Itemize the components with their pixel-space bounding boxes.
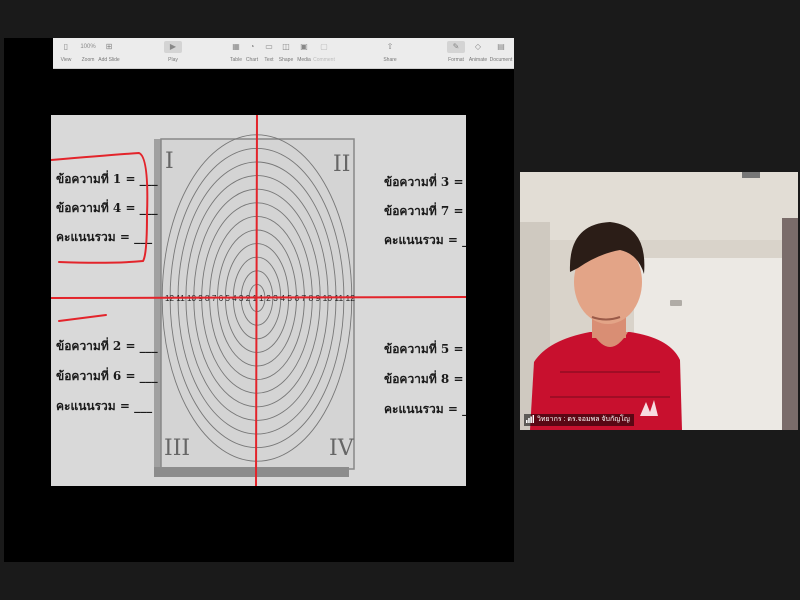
right-top-line-2: ข้อความที่ 7 = ___ <box>384 202 466 219</box>
document-button[interactable]: ▤ Document <box>488 41 514 63</box>
participant-video[interactable]: วิทยากร : ดร.จอมพล จับกัญโญ <box>520 172 798 430</box>
red-vertical-axis <box>255 115 258 486</box>
slide-canvas: I II III IV 12 11 10 9 8 7 6 5 4 3 2 1 1… <box>51 115 466 486</box>
curtain <box>782 218 798 430</box>
signal-strength-icon <box>526 415 534 424</box>
format-icon: ✎ <box>447 41 465 53</box>
quadrant-label-4: IV <box>329 436 355 461</box>
participant-name-tag: วิทยากร : ดร.จอมพล จับกัญโญ <box>524 414 634 426</box>
left-top-line-2: ข้อความที่ 4 = ___ <box>56 199 158 216</box>
play-icon: ▶ <box>164 41 182 53</box>
participant-video-feed <box>520 172 798 430</box>
play-button[interactable]: ▶ Play <box>160 41 186 63</box>
presentation-toolbar: ▯ View 100% Zoom ⊞ Add Slide ▶ Play ▦ Ta… <box>53 38 514 69</box>
quadrant-label-3: III <box>164 436 190 461</box>
right-top-line-1: ข้อความที่ 3 = ___ <box>384 173 466 190</box>
left-bottom-line-3: คะแนนรวม = ___ <box>56 399 152 414</box>
left-top-line-1: ข้อความที่ 1 = ___ <box>56 170 158 187</box>
frame-base <box>154 467 349 477</box>
red-horizontal-axis <box>51 296 466 299</box>
left-bottom-line-1: ข้อความที่ 2 = ___ <box>56 337 158 354</box>
right-bottom-line-1: ข้อความที่ 5 = ___ <box>384 340 466 357</box>
add-slide-icon: ⊞ <box>105 42 113 51</box>
red-underline-bottom-left <box>58 314 107 322</box>
worksheet-image: I II III IV 12 11 10 9 8 7 6 5 4 3 2 1 1… <box>51 115 466 486</box>
document-icon: ▤ <box>497 42 505 51</box>
share-button[interactable]: ⇧ Share <box>377 41 403 63</box>
add-slide-button[interactable]: ⊞ Add Slide <box>96 41 122 63</box>
quadrant-label-2: II <box>333 152 350 177</box>
comment-button[interactable]: ▢ Comment <box>311 41 337 63</box>
right-bottom-line-2: ข้อความที่ 8 = ___ <box>384 370 466 387</box>
share-icon: ⇧ <box>386 42 394 51</box>
left-bottom-line-2: ข้อความที่ 6 = ___ <box>56 367 158 384</box>
left-top-line-3: คะแนนรวม = ___ <box>56 230 152 245</box>
comment-icon: ▢ <box>320 42 328 51</box>
right-top-line-3: คะแนนรวม = ___ <box>384 233 466 248</box>
participant-name: วิทยากร : ดร.จอมพล จับกัญโญ <box>537 416 630 423</box>
quadrant-label-1: I <box>165 149 174 174</box>
right-bottom-line-3: คะแนนรวม = ___ <box>384 402 466 417</box>
